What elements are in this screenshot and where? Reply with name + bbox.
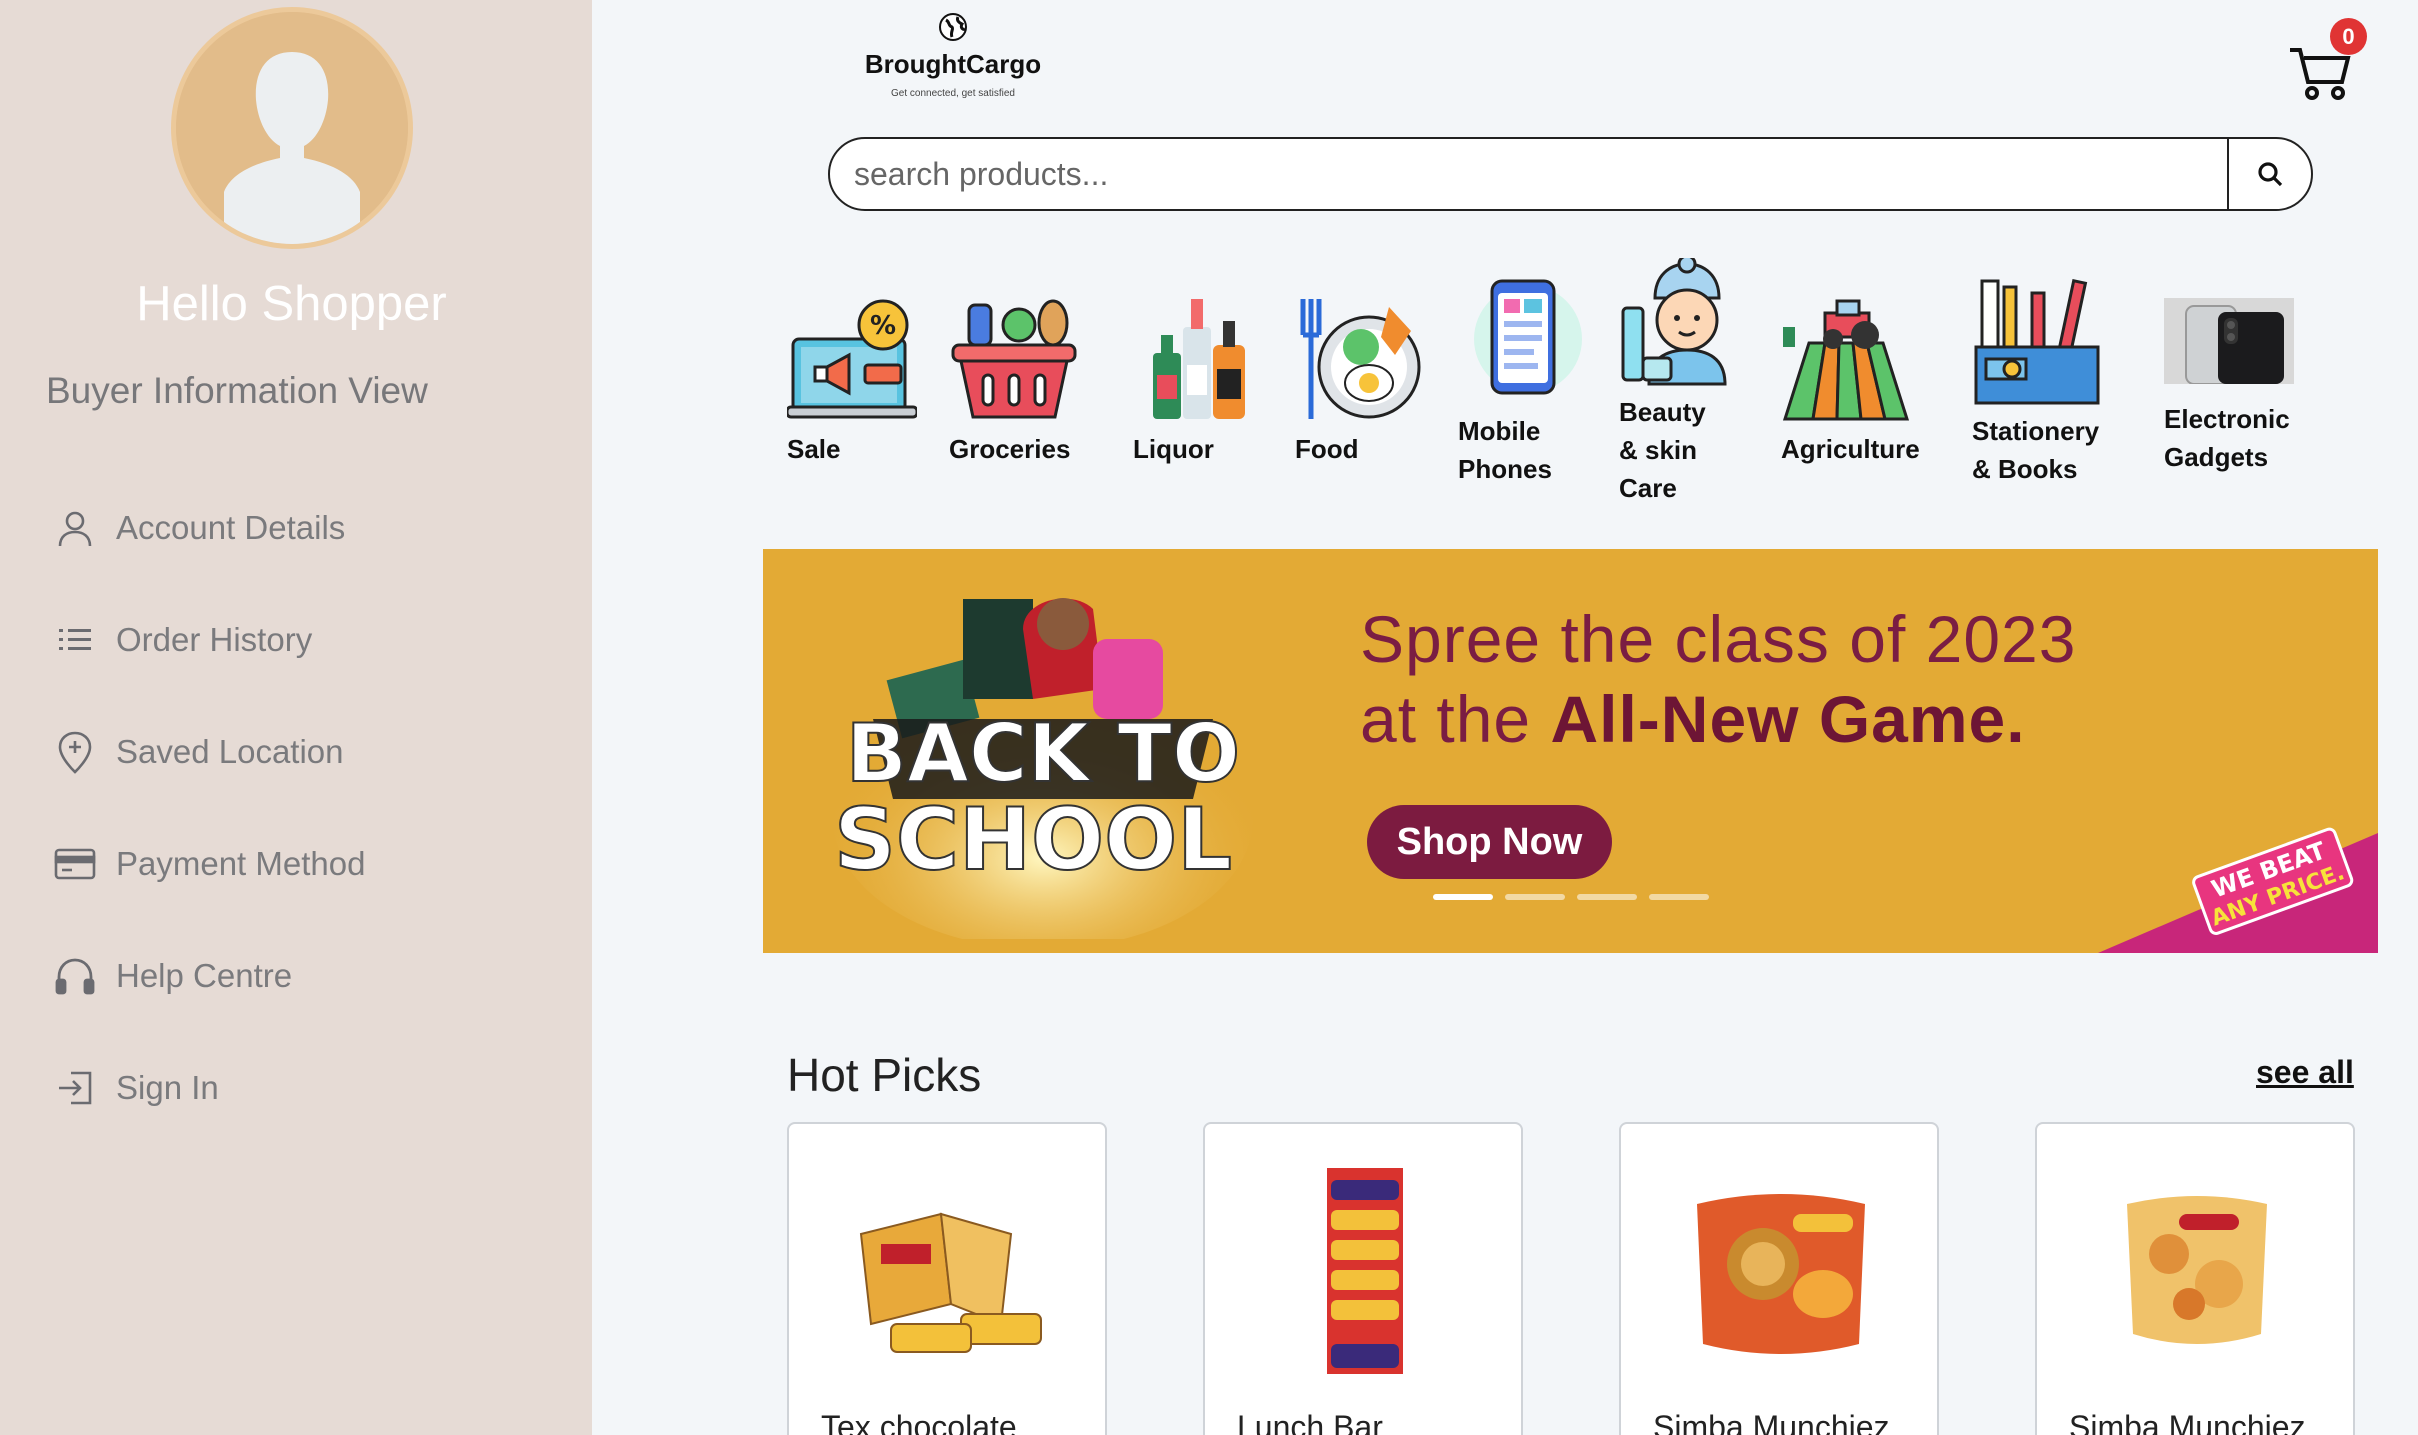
carousel-dots	[1433, 894, 1709, 900]
category-label: Sale	[787, 434, 841, 464]
banner-headline-bold: All-New Game.	[1550, 682, 2026, 756]
banner-art-text-2: SCHOOL	[834, 790, 1232, 890]
mobile-phone-icon	[1474, 279, 1582, 395]
category-liquor[interactable]: Liquor	[1133, 295, 1263, 468]
grocery-basket-icon	[951, 299, 1077, 419]
search-bar	[828, 137, 2313, 211]
sale-icon: %	[785, 299, 919, 419]
category-stationery-books[interactable]: Stationery & Books	[1972, 277, 2102, 488]
category-label: Food	[1295, 434, 1359, 464]
category-mobile-phones[interactable]: Mobile Phones	[1458, 277, 1588, 488]
product-image-lunch-bar	[1327, 1168, 1403, 1374]
sidebar-item-order-history[interactable]: Order History	[52, 612, 365, 668]
location-pin-icon	[52, 729, 98, 775]
sign-in-icon	[52, 1065, 98, 1111]
sidebar-item-label: Help Centre	[116, 957, 293, 994]
carousel-dot-4[interactable]	[1649, 894, 1709, 900]
banner-headline-prefix: at the	[1360, 682, 1551, 756]
category-label: Groceries	[949, 434, 1071, 464]
category-label: Liquor	[1133, 434, 1214, 464]
product-image-simba-munchiez	[2127, 1196, 2267, 1344]
category-sale[interactable]: % Sale	[785, 295, 919, 468]
shop-now-button[interactable]: Shop Now	[1367, 805, 1612, 879]
search-icon	[2258, 162, 2283, 187]
sidebar-menu: Account Details Order History Saved Loca…	[52, 500, 365, 1172]
product-card[interactable]: Tex chocolate	[787, 1122, 1107, 1435]
svg-text:%: %	[870, 311, 896, 341]
category-groceries[interactable]: Groceries	[949, 295, 1079, 468]
beauty-icon	[1621, 254, 1727, 386]
sidebar-item-payment-method[interactable]: Payment Method	[52, 836, 365, 892]
banner-headline-line2: at the All-New Game.	[1360, 681, 2026, 757]
product-name: Lunch Bar	[1237, 1409, 1383, 1435]
product-card[interactable]: Lunch Bar	[1203, 1122, 1523, 1435]
category-label: Agriculture	[1781, 434, 1920, 464]
hot-picks-title: Hot Picks	[787, 1049, 982, 1101]
view-title: Buyer Information View	[46, 370, 428, 411]
product-image-simba-munchiez	[1697, 1194, 1865, 1354]
liquor-bottles-icon	[1153, 299, 1245, 419]
food-plate-icon	[1300, 299, 1421, 419]
promo-banner[interactable]: BACK TO SCHOOL Spree the class of 2023 a…	[763, 549, 2378, 953]
sidebar: Hello Shopper Buyer Information View Acc…	[0, 0, 592, 1435]
search-button[interactable]	[2227, 139, 2311, 209]
tractor-field-icon	[1782, 299, 1910, 421]
sidebar-item-label: Order History	[116, 621, 313, 658]
carousel-dot-2[interactable]	[1505, 894, 1565, 900]
see-all-link[interactable]: see all	[2256, 1054, 2354, 1091]
product-card[interactable]: Simba Munchiez	[2035, 1122, 2355, 1435]
sidebar-item-help-centre[interactable]: Help Centre	[52, 948, 365, 1004]
sidebar-item-label: Saved Location	[116, 733, 344, 770]
user-silhouette-icon	[176, 12, 408, 244]
search-input[interactable]	[830, 139, 2227, 209]
banner-art-text-1: BACK TO	[846, 707, 1240, 800]
stationery-icon	[1974, 278, 2100, 405]
logo[interactable]: BroughtCargo Get connected, get satisfie…	[858, 12, 1048, 99]
category-food[interactable]: Food	[1295, 295, 1425, 468]
sidebar-item-label: Sign In	[116, 1069, 219, 1106]
carousel-dot-1[interactable]	[1433, 894, 1493, 900]
category-label: Mobile Phones	[1458, 416, 1552, 484]
product-image-tex	[851, 1154, 1047, 1380]
category-label: Beauty & skin Care	[1619, 397, 1706, 503]
product-name: Simba Munchiez	[1653, 1409, 1890, 1435]
logo-name: BroughtCargo	[864, 49, 1042, 79]
category-label: Electronic Gadgets	[2164, 404, 2290, 472]
user-icon	[52, 505, 98, 551]
avatar[interactable]	[171, 7, 413, 249]
sidebar-item-saved-location[interactable]: Saved Location	[52, 724, 365, 780]
category-electronic-gadgets[interactable]: Electronic Gadgets	[2164, 298, 2294, 476]
headphones-icon	[52, 953, 98, 999]
sidebar-item-sign-in[interactable]: Sign In	[52, 1060, 365, 1116]
product-name: Tex chocolate	[821, 1409, 1017, 1435]
product-card[interactable]: Simba Munchiez	[1619, 1122, 1939, 1435]
carousel-dot-3[interactable]	[1577, 894, 1637, 900]
category-beauty-skin-care[interactable]: Beauty & skin Care	[1619, 254, 1749, 507]
sidebar-item-account-details[interactable]: Account Details	[52, 500, 365, 556]
greeting: Hello Shopper	[136, 277, 447, 331]
list-icon	[52, 617, 98, 663]
globe-icon	[939, 13, 967, 41]
sidebar-item-label: Payment Method	[116, 845, 366, 882]
banner-headline-line1: Spree the class of 2023	[1360, 602, 2077, 676]
smartphone-gadget-icon	[2164, 298, 2294, 384]
sidebar-item-label: Account Details	[116, 509, 346, 546]
credit-card-icon	[52, 841, 98, 887]
logo-tagline: Get connected, get satisfied	[891, 88, 1015, 99]
cart-count-badge: 0	[2330, 18, 2367, 55]
category-agriculture[interactable]: Agriculture	[1781, 295, 1920, 468]
we-beat-any-price-badge: WE BEAT ANY PRICE.	[2098, 827, 2378, 953]
product-name: Simba Munchiez	[2069, 1409, 2306, 1435]
back-to-school-art: BACK TO SCHOOL	[833, 598, 1253, 939]
category-label: Stationery & Books	[1972, 416, 2100, 484]
